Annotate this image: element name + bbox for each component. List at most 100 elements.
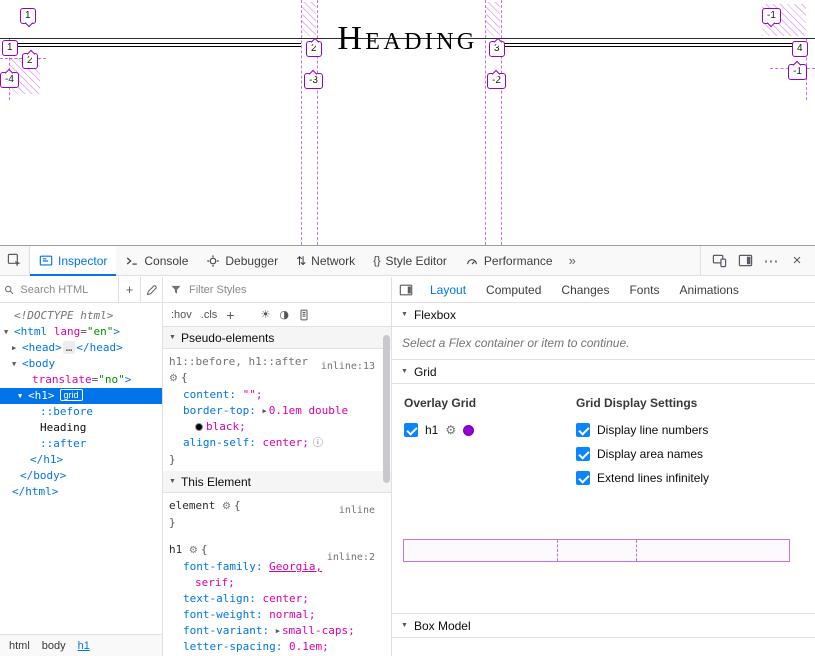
search-box[interactable] bbox=[0, 283, 118, 297]
overlay-grid-checkbox[interactable] bbox=[404, 423, 418, 437]
section-header-this-element[interactable]: ▼ This Element bbox=[163, 471, 391, 493]
close-devtools-button[interactable]: × bbox=[785, 249, 809, 273]
css-declaration[interactable]: text-align: center; bbox=[169, 591, 385, 607]
breadcrumb-item-html[interactable]: html bbox=[9, 640, 30, 652]
expand-shorthand-icon[interactable]: ▶ bbox=[276, 627, 280, 635]
expand-shorthand-icon[interactable]: ▶ bbox=[262, 407, 266, 415]
markup-line-h1-selected[interactable]: ▼<h1>grid bbox=[0, 388, 162, 404]
grid-preview-column[interactable] bbox=[558, 540, 637, 561]
rules-scrollbar-thumb[interactable] bbox=[383, 335, 390, 483]
tab-layout[interactable]: Layout bbox=[420, 277, 476, 302]
tab-label: Debugger bbox=[225, 254, 278, 268]
css-declaration[interactable]: align-self: center;ⓘ bbox=[169, 435, 385, 452]
class-toggle-button[interactable]: .cls bbox=[201, 309, 218, 321]
markup-line-before[interactable]: ::before bbox=[0, 404, 162, 420]
grid-color-swatch[interactable] bbox=[463, 425, 474, 436]
menu-button[interactable]: ⋯ bbox=[759, 249, 783, 273]
grid-preview-column[interactable] bbox=[637, 540, 789, 561]
grid-line-number-marker: 2 bbox=[22, 53, 38, 69]
css-declaration[interactable]: content: ""; bbox=[169, 387, 385, 403]
extend-lines-infinitely-checkbox[interactable] bbox=[576, 471, 590, 485]
grid-line-number-marker: 1 bbox=[20, 8, 36, 24]
markup-line-body-open[interactable]: ▼<body bbox=[0, 356, 162, 372]
pseudo-class-toggle-button[interactable]: :hov bbox=[171, 309, 192, 321]
css-declaration[interactable]: font-variant: ▶small-caps; bbox=[169, 623, 385, 639]
markup-line-body-close[interactable]: </body> bbox=[0, 468, 162, 484]
color-scheme-simulation-icon[interactable]: ◑ bbox=[279, 308, 289, 321]
display-area-names-checkbox[interactable] bbox=[576, 447, 590, 461]
color-swatch-black[interactable] bbox=[195, 423, 203, 431]
section-header-pseudo-elements[interactable]: ▼ Pseudo-elements bbox=[163, 327, 391, 349]
grid-badge[interactable]: grid bbox=[60, 389, 83, 401]
network-icon: ⇅ bbox=[296, 254, 306, 268]
section-header-grid[interactable]: ▼ Grid bbox=[392, 360, 815, 384]
rule-selector[interactable]: h1 bbox=[169, 543, 189, 556]
grid-section-body: Overlay Grid h1 ⚙ Grid Display Settings bbox=[392, 384, 815, 614]
tab-network[interactable]: ⇅ Network bbox=[287, 246, 364, 275]
dock-side-button[interactable] bbox=[733, 249, 757, 273]
setting-display-line-numbers: Display line numbers bbox=[576, 423, 803, 437]
rule-selector[interactable]: h1::before, h1::after bbox=[169, 355, 308, 368]
grid-preview-column[interactable] bbox=[404, 540, 558, 561]
devtools-body: + <!DOCTYPE html> ▼<html lang="en"> ▶<he… bbox=[0, 277, 815, 656]
tab-console[interactable]: Console bbox=[116, 246, 197, 275]
breadcrumb-item-body[interactable]: body bbox=[42, 640, 66, 652]
print-media-simulation-icon[interactable] bbox=[298, 309, 310, 321]
section-header-flexbox[interactable]: ▼ Flexbox bbox=[392, 303, 815, 327]
filter-styles-input[interactable] bbox=[187, 283, 384, 297]
light-mode-simulation-icon[interactable]: ☀ bbox=[260, 308, 270, 321]
tab-performance[interactable]: Performance bbox=[456, 246, 562, 275]
browser-devtools-window: Heading 1 -1 1 2 2 3 4 -4 -3 -2 -1 Inspe… bbox=[0, 0, 815, 656]
responsive-design-button[interactable] bbox=[707, 249, 731, 273]
grid-line-number-marker: -1 bbox=[788, 64, 807, 80]
css-declaration[interactable]: font-weight: normal; bbox=[169, 607, 385, 623]
markup-line-head[interactable]: ▶<head>…</head> bbox=[0, 340, 162, 356]
font-family-link[interactable]: Georgia, bbox=[269, 560, 322, 573]
css-declaration[interactable]: border-top: ▶0.1em double bbox=[169, 403, 385, 419]
markup-line-html-open[interactable]: ▼<html lang="en"> bbox=[0, 324, 162, 340]
markup-toolbar: + bbox=[0, 277, 162, 303]
css-declaration[interactable]: letter-spacing: 0.1em; bbox=[169, 639, 385, 655]
style-editor-icon: {} bbox=[373, 255, 380, 267]
tab-computed[interactable]: Computed bbox=[476, 277, 551, 302]
tab-inspector[interactable]: Inspector bbox=[30, 246, 116, 275]
devtools-actions: ⋯ × bbox=[700, 246, 815, 275]
display-line-numbers-checkbox[interactable] bbox=[576, 423, 590, 437]
twisty-icon[interactable]: ▶ bbox=[12, 340, 22, 356]
tab-changes[interactable]: Changes bbox=[551, 277, 619, 302]
more-tabs-button[interactable]: » bbox=[562, 246, 583, 275]
css-declaration[interactable]: font-family: Georgia, bbox=[169, 559, 385, 575]
tab-label: Performance bbox=[484, 254, 553, 268]
twisty-icon[interactable]: ▼ bbox=[12, 356, 22, 372]
markup-line-html-close[interactable]: </html> bbox=[0, 484, 162, 500]
grid-line-number-marker: 2 bbox=[306, 41, 322, 57]
gear-icon: ⚙ bbox=[189, 545, 198, 556]
twisty-icon[interactable]: ▼ bbox=[4, 324, 14, 340]
tab-style-editor[interactable]: {} Style Editor bbox=[364, 246, 456, 275]
css-declaration-wrap[interactable]: black; bbox=[169, 419, 385, 435]
tab-fonts[interactable]: Fonts bbox=[619, 277, 669, 302]
tab-debugger[interactable]: Debugger bbox=[197, 246, 287, 275]
markup-line-after[interactable]: ::after bbox=[0, 436, 162, 452]
css-declaration-wrap[interactable]: serif; bbox=[169, 575, 385, 591]
eyedropper-button[interactable] bbox=[140, 277, 162, 302]
breadcrumb-item-h1[interactable]: h1 bbox=[78, 640, 90, 652]
pick-element-button[interactable] bbox=[0, 246, 30, 275]
markup-line-h1-close[interactable]: </h1> bbox=[0, 452, 162, 468]
meatball-menu-icon: ⋯ bbox=[764, 252, 779, 270]
add-node-button[interactable]: + bbox=[118, 277, 140, 302]
collapsed-content-ellipsis[interactable]: … bbox=[63, 341, 76, 354]
tab-animations[interactable]: Animations bbox=[669, 277, 748, 302]
grid-settings-gear-icon[interactable]: ⚙ bbox=[445, 423, 456, 437]
rule-selector[interactable]: element bbox=[169, 499, 222, 512]
add-rule-button[interactable]: + bbox=[226, 307, 234, 323]
search-input[interactable] bbox=[18, 283, 114, 297]
markup-line-doctype[interactable]: <!DOCTYPE html> bbox=[0, 308, 162, 324]
markup-line-text[interactable]: Heading bbox=[0, 420, 162, 436]
markup-line-body-attr[interactable]: translate="no"> bbox=[0, 372, 162, 388]
twisty-icon[interactable]: ▼ bbox=[18, 388, 28, 404]
section-header-box-model[interactable]: ▼ Box Model bbox=[392, 614, 815, 638]
sidebar-toggle-button[interactable] bbox=[392, 277, 420, 302]
overlay-grid-column: Overlay Grid h1 ⚙ bbox=[404, 396, 576, 613]
devtools-toolbar: Inspector Console Debugger ⇅ Network {} … bbox=[0, 246, 815, 276]
